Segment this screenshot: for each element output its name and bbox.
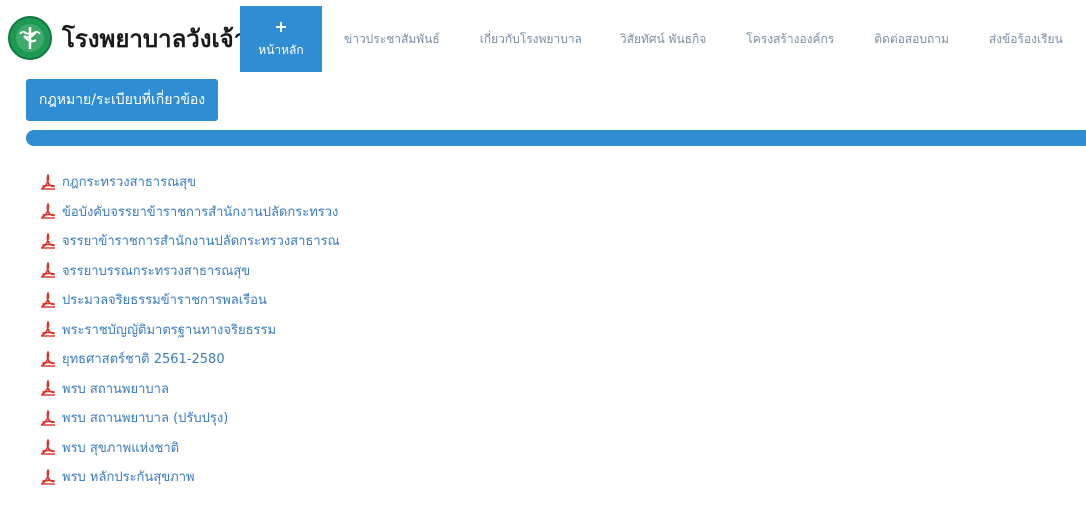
- nav-home-label: หน้าหลัก: [258, 42, 304, 57]
- list-item[interactable]: ข้อบังคับจรรยาข้าราชการสำนักงานปลัดกระทร…: [40, 197, 340, 227]
- pdf-icon: [40, 203, 56, 219]
- page: โรงพยาบาลวังเจ้า + หน้าหลัก ข่าวประชาสัม…: [0, 0, 1086, 513]
- brand[interactable]: โรงพยาบาลวังเจ้า: [8, 16, 247, 60]
- main-nav: + หน้าหลัก ข่าวประชาสัมพันธ์ เกี่ยวกับโร…: [240, 6, 1063, 72]
- list-item[interactable]: พรบ สถานพยาบาล (ปรับปรุง): [40, 403, 340, 433]
- nav-structure[interactable]: โครงสร้างองค์กร: [746, 6, 834, 72]
- pdf-icon: [40, 232, 56, 249]
- nav-news-label: ข่าวประชาสัมพันธ์: [344, 31, 440, 46]
- plus-icon: +: [274, 16, 288, 36]
- pdf-icon: [40, 468, 56, 485]
- pdf-icon: [40, 350, 56, 367]
- section-title-button[interactable]: กฎหมาย/ระเบียบที่เกี่ยวข้อง: [26, 79, 218, 121]
- list-item[interactable]: จรรยาข้าราชการสำนักงานปลัดกระทรวงสาธารณ: [40, 226, 340, 256]
- document-link[interactable]: พรบ สถานพยาบาล (ปรับปรุง): [62, 407, 228, 428]
- pdf-icon: [40, 409, 56, 426]
- pdf-icon: [40, 262, 56, 278]
- document-link[interactable]: พรบ สถานพยาบาล: [62, 378, 169, 399]
- document-link[interactable]: จรรยาบรรณกระทรวงสาธารณสุข: [62, 260, 250, 281]
- document-link[interactable]: ประมวลจริยธรรมข้าราชการพลเรือน: [62, 289, 267, 310]
- document-link[interactable]: พรบ หลักประกันสุขภาพ: [62, 466, 195, 487]
- pdf-icon: [40, 291, 56, 308]
- nav-contact[interactable]: ติดต่อสอบถาม: [874, 6, 949, 72]
- pdf-icon: [40, 321, 56, 337]
- list-item[interactable]: จรรยาบรรณกระทรวงสาธารณสุข: [40, 256, 340, 286]
- nav-contact-label: ติดต่อสอบถาม: [874, 31, 949, 46]
- list-item[interactable]: พรบ สุขภาพแห่งชาติ: [40, 433, 340, 463]
- nav-about-label: เกี่ยวกับโรงพยาบาล: [479, 31, 582, 46]
- header: โรงพยาบาลวังเจ้า + หน้าหลัก ข่าวประชาสัม…: [0, 0, 1086, 72]
- list-item[interactable]: กฎกระทรวงสาธารณสุข: [40, 167, 340, 197]
- pdf-icon: [40, 439, 56, 455]
- nav-vision-label: วิสัยทัศน์ พันธกิจ: [619, 31, 707, 46]
- list-item[interactable]: พรบ สถานพยาบาล: [40, 374, 340, 404]
- nav-vision[interactable]: วิสัยทัศน์ พันธกิจ: [620, 6, 706, 72]
- list-item[interactable]: พรบ หลักประกันสุขภาพ: [40, 462, 340, 492]
- document-link[interactable]: พระราชบัญญัติมาตรฐานทางจริยธรรม: [62, 319, 276, 340]
- pdf-icon: [40, 380, 56, 396]
- hospital-logo-icon: [8, 16, 52, 60]
- section-divider-bar: [26, 130, 1086, 146]
- nav-news[interactable]: ข่าวประชาสัมพันธ์: [344, 6, 440, 72]
- list-item[interactable]: พระราชบัญญัติมาตรฐานทางจริยธรรม: [40, 315, 340, 345]
- document-link[interactable]: ยุทธศาสตร์ชาติ 2561-2580: [62, 348, 225, 369]
- pdf-icon: [40, 173, 56, 190]
- document-link[interactable]: จรรยาข้าราชการสำนักงานปลัดกระทรวงสาธารณ: [62, 230, 340, 251]
- site-title: โรงพยาบาลวังเจ้า: [62, 24, 248, 53]
- document-list: กฎกระทรวงสาธารณสุข ข้อบังคับจรรยาข้าราชก…: [40, 167, 340, 492]
- nav-about[interactable]: เกี่ยวกับโรงพยาบาล: [480, 6, 582, 72]
- section-title: กฎหมาย/ระเบียบที่เกี่ยวข้อง: [38, 92, 206, 108]
- list-item[interactable]: ประมวลจริยธรรมข้าราชการพลเรือน: [40, 285, 340, 315]
- document-link[interactable]: กฎกระทรวงสาธารณสุข: [62, 171, 196, 192]
- document-link[interactable]: ข้อบังคับจรรยาข้าราชการสำนักงานปลัดกระทร…: [62, 201, 338, 222]
- nav-structure-label: โครงสร้างองค์กร: [746, 31, 835, 46]
- nav-complaint[interactable]: ส่งข้อร้องเรียน: [989, 6, 1063, 72]
- nav-home[interactable]: + หน้าหลัก: [240, 6, 322, 72]
- list-item[interactable]: ยุทธศาสตร์ชาติ 2561-2580: [40, 344, 340, 374]
- document-link[interactable]: พรบ สุขภาพแห่งชาติ: [62, 437, 179, 458]
- nav-complaint-label: ส่งข้อร้องเรียน: [988, 31, 1063, 46]
